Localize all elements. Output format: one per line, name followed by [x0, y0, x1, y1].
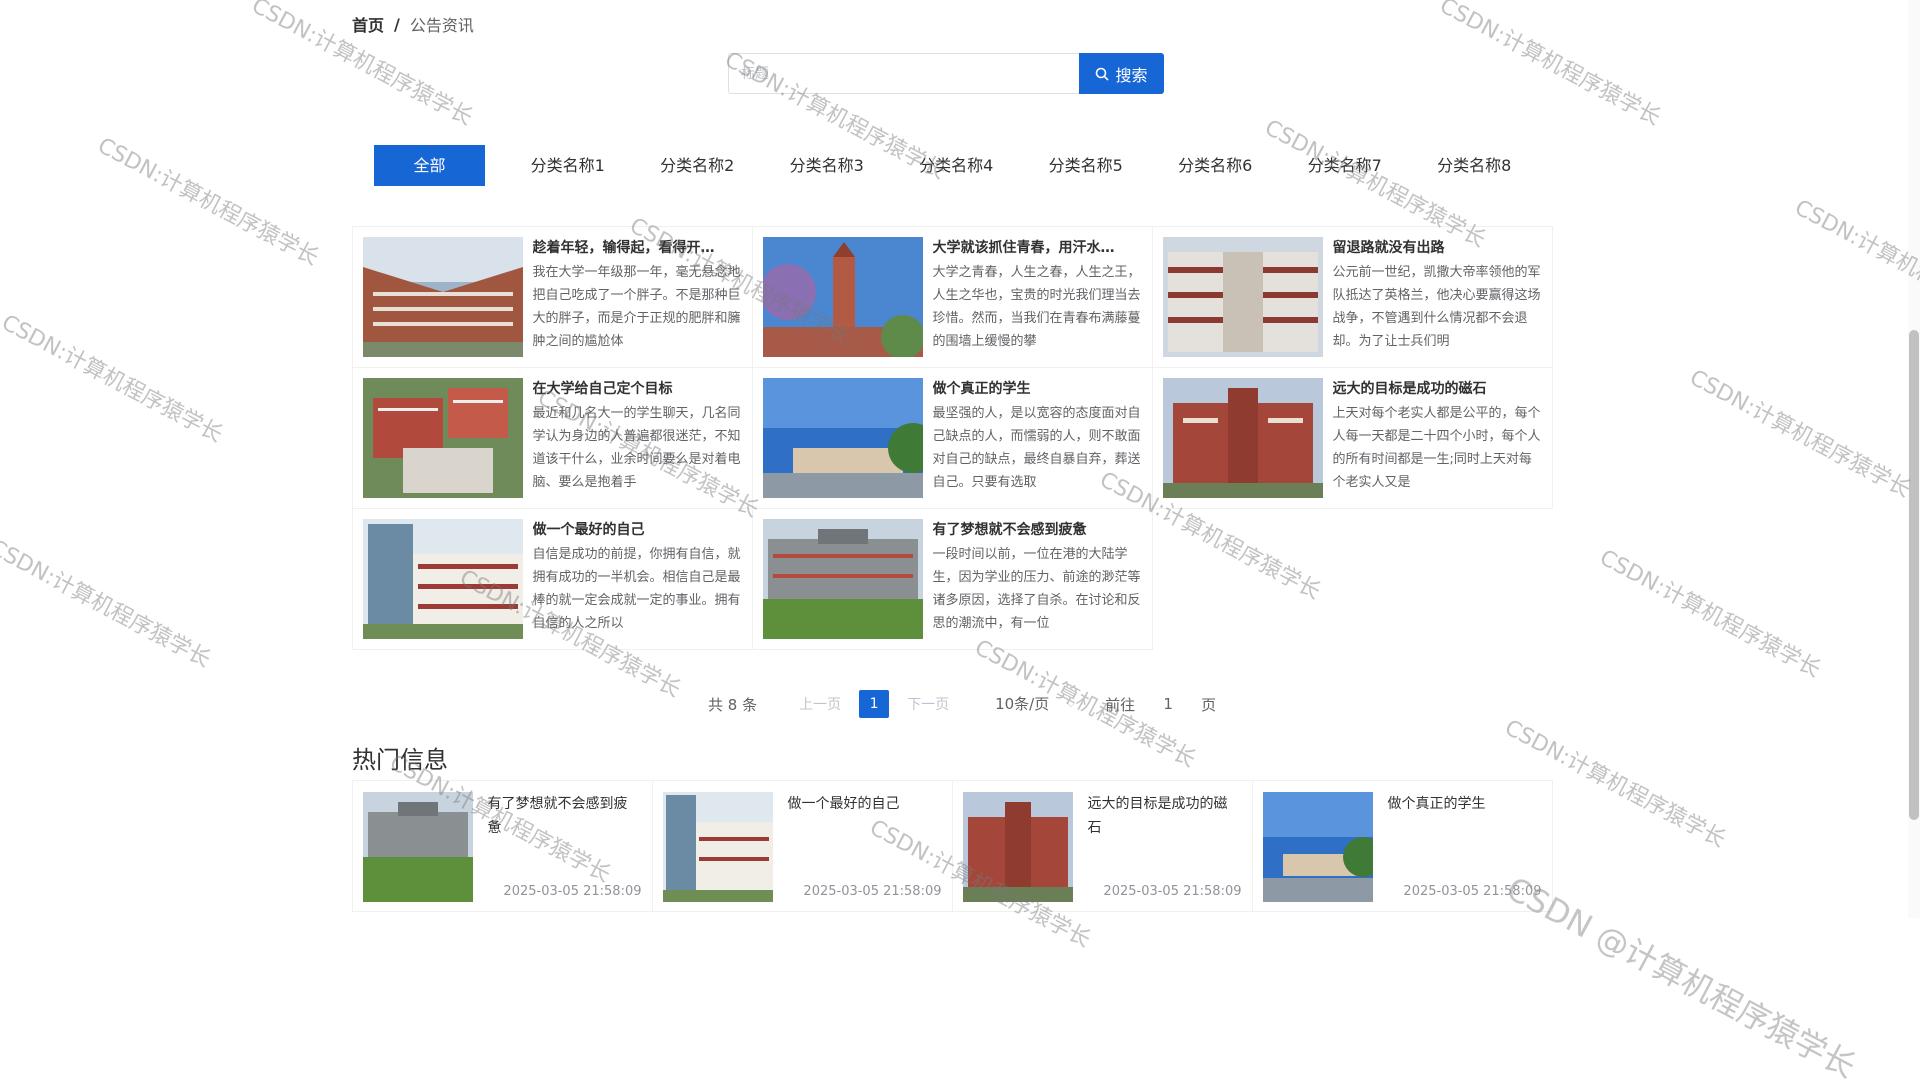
article-card[interactable]: 留退路就没有出路 公元前一世纪，凯撒大帝率领他的军队抵达了英格兰，他决心要赢得这…	[1151, 225, 1553, 368]
pagination-total: 共 8 条	[708, 695, 758, 714]
article-card[interactable]: 趁着年轻，输得起，看得开… 我在大学一年级那一年，毫无悬念地把自己吃成了一个胖子…	[351, 225, 753, 368]
article-thumbnail	[1162, 377, 1323, 498]
hot-item-date: 2025-03-05 21:58:09	[503, 883, 642, 899]
search-button[interactable]: 搜索	[1079, 53, 1164, 94]
breadcrumb: 首页 / 公告资讯	[352, 12, 474, 36]
article-thumbnail	[762, 236, 923, 357]
hot-item-thumbnail	[962, 791, 1073, 902]
breadcrumb-home[interactable]: 首页	[352, 12, 384, 36]
article-thumbnail	[762, 518, 923, 639]
goto-page-input[interactable]: 1	[1145, 690, 1191, 718]
article-summary: 自信是成功的前提，你拥有自信，就拥有成功的一半机会。相信自己是最棒的就一定会成就…	[532, 546, 741, 631]
page-size-value: 10条/页	[995, 695, 1050, 713]
article-summary: 最坚强的人，是以宽容的态度面对自己缺点的人，而懦弱的人，则不敢面对自己的缺点，最…	[932, 405, 1141, 490]
article-title[interactable]: 趁着年轻，输得起，看得开…	[533, 237, 742, 259]
article-summary: 最近和几名大一的学生聊天，几名同学认为身边的人普遍都很迷茫，不知道该干什么，业余…	[532, 405, 741, 490]
article-thumbnail	[362, 518, 523, 639]
tab-category-8[interactable]: 分类名称8	[1410, 145, 1540, 186]
article-thumbnail	[362, 236, 523, 357]
next-page-button[interactable]: 下一页	[907, 694, 949, 714]
breadcrumb-current: 公告资讯	[409, 16, 474, 35]
article-title[interactable]: 远大的目标是成功的磁石	[1333, 378, 1542, 400]
hot-item-thumbnail	[362, 791, 473, 902]
tab-category-7[interactable]: 分类名称7	[1280, 145, 1410, 186]
tab-category-5[interactable]: 分类名称5	[1021, 145, 1151, 186]
watermark-text: CSDN:计算机程序猿学长	[0, 310, 227, 448]
hot-item-date: 2025-03-05 21:58:09	[1103, 883, 1242, 899]
watermark-text: CSDN:计算机程序猿学长	[1435, 0, 1665, 131]
page-unit-label: 页	[1201, 695, 1217, 714]
tab-category-2[interactable]: 分类名称2	[633, 145, 763, 186]
hot-item-thumbnail	[662, 791, 773, 902]
watermark-text: CSDN:计算机程序猿学长	[93, 133, 323, 271]
article-title[interactable]: 留退路就没有出路	[1333, 237, 1542, 259]
article-thumbnail	[1162, 236, 1323, 357]
search-bar: 搜索	[728, 53, 1164, 94]
watermark-text: CSDN:计算机程序猿学长	[1685, 365, 1915, 503]
article-summary: 我在大学一年级那一年，毫无悬念地把自己吃成了一个胖子。不是那种巨大的胖子，而是介…	[532, 264, 741, 349]
article-card[interactable]: 在大学给自己定个目标 最近和几名大一的学生聊天，几名同学认为身边的人普遍都很迷茫…	[351, 366, 753, 509]
hot-item-thumbnail	[1262, 791, 1373, 902]
page-size-select[interactable]: 10条/页 ⌵	[985, 690, 1085, 718]
article-card[interactable]: 做一个最好的自己 自信是成功的前提，你拥有自信，就拥有成功的一半机会。相信自己是…	[351, 507, 753, 650]
article-grid: 趁着年轻，输得起，看得开… 我在大学一年级那一年，毫无悬念地把自己吃成了一个胖子…	[351, 225, 1553, 650]
article-summary: 一段时间以前，一位在港的大陆学生，因为学业的压力、前途的渺茫等诸多原因，选择了自…	[932, 546, 1141, 631]
article-summary: 公元前一世纪，凯撒大帝率领他的军队抵达了英格兰，他决心要赢得这场战争，不管遇到什…	[1332, 264, 1541, 349]
tab-category-6[interactable]: 分类名称6	[1151, 145, 1281, 186]
article-summary: 上天对每个老实人都是公平的，每个人每一天都是二十四个小时，每个人的所有时间都是一…	[1332, 405, 1541, 490]
article-thumbnail	[762, 377, 923, 498]
breadcrumb-separator: /	[394, 14, 400, 34]
watermark-text: CSDN:计算机程序猿学长	[1595, 545, 1825, 683]
pagination: 共 8 条 上一页 1 下一页 10条/页 ⌵ 前往 1 页	[708, 690, 1216, 718]
scrollbar-thumb[interactable]	[1909, 330, 1919, 820]
goto-label: 前往	[1105, 695, 1136, 714]
article-card[interactable]: 大学就该抓住青春，用汗水… 大学之青春，人生之春，人生之王，人生之华也，宝贵的时…	[751, 225, 1153, 368]
article-title[interactable]: 做一个最好的自己	[533, 519, 742, 541]
search-icon	[1096, 67, 1110, 81]
hot-section-title: 热门信息	[352, 746, 448, 774]
watermark-text: CSDN:计算机程序猿学长	[0, 535, 215, 673]
watermark-text: CSDN:计算机程序猿学长	[1790, 195, 1920, 333]
tab-category-1[interactable]: 分类名称1	[503, 145, 633, 186]
tab-category-4[interactable]: 分类名称4	[892, 145, 1022, 186]
search-button-label: 搜索	[1115, 65, 1148, 85]
article-title[interactable]: 大学就该抓住青春，用汗水…	[933, 237, 1142, 259]
category-tabs: 全部 分类名称1 分类名称2 分类名称3 分类名称4 分类名称5 分类名称6 分…	[374, 145, 1539, 186]
page-number-current[interactable]: 1	[859, 690, 890, 718]
tab-all[interactable]: 全部	[374, 145, 485, 186]
watermark-footer: CSDN @计算机程序猿学长	[1499, 869, 1862, 1086]
hot-list: 有了梦想就不会感到疲惫 2025-03-05 21:58:09 做一个最好的自己…	[351, 779, 1553, 912]
hot-item[interactable]: 有了梦想就不会感到疲惫 2025-03-05 21:58:09	[351, 779, 653, 912]
chevron-down-icon: ⌵	[1066, 697, 1076, 710]
article-title[interactable]: 做个真正的学生	[933, 378, 1142, 400]
hot-item-date: 2025-03-05 21:58:09	[1403, 883, 1542, 899]
prev-page-button[interactable]: 上一页	[799, 694, 841, 714]
article-card[interactable]: 有了梦想就不会感到疲惫 一段时间以前，一位在港的大陆学生，因为学业的压力、前途的…	[751, 507, 1153, 650]
article-title[interactable]: 有了梦想就不会感到疲惫	[933, 519, 1142, 541]
search-input[interactable]	[728, 53, 1079, 94]
tab-category-3[interactable]: 分类名称3	[762, 145, 892, 186]
hot-item[interactable]: 做一个最好的自己 2025-03-05 21:58:09	[651, 779, 953, 912]
article-title[interactable]: 在大学给自己定个目标	[533, 378, 742, 400]
hot-item[interactable]: 远大的目标是成功的磁石 2025-03-05 21:58:09	[951, 779, 1253, 912]
article-thumbnail	[362, 377, 523, 498]
article-summary: 大学之青春，人生之春，人生之王，人生之华也，宝贵的时光我们理当去珍惜。然而，当我…	[932, 264, 1141, 349]
hot-item-date: 2025-03-05 21:58:09	[803, 883, 942, 899]
article-card[interactable]: 做个真正的学生 最坚强的人，是以宽容的态度面对自己缺点的人，而懦弱的人，则不敢面…	[751, 366, 1153, 509]
article-card[interactable]: 远大的目标是成功的磁石 上天对每个老实人都是公平的，每个人每一天都是二十四个小时…	[1151, 366, 1553, 509]
hot-item[interactable]: 做个真正的学生 2025-03-05 21:58:09	[1251, 779, 1553, 912]
